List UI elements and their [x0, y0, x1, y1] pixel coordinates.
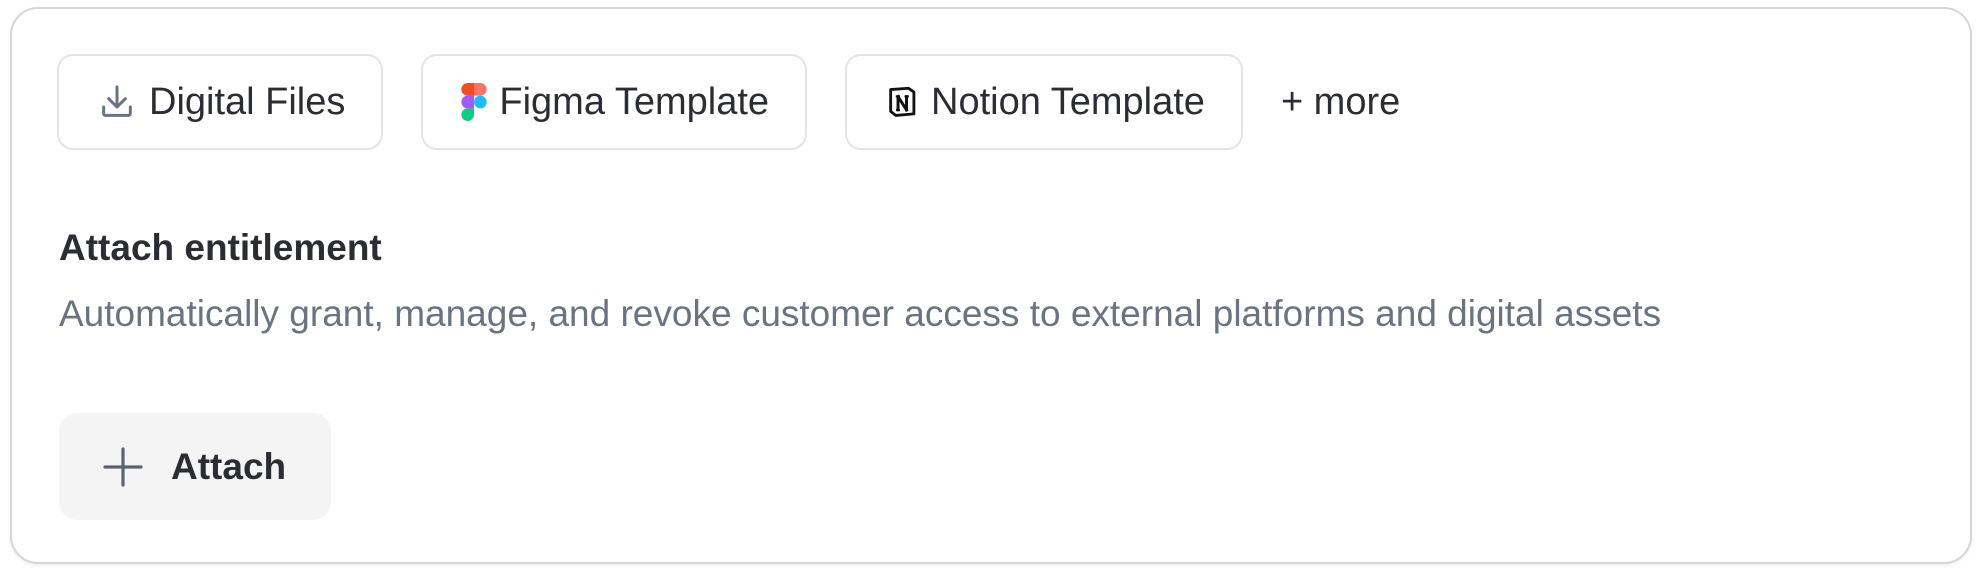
- attach-button-label: Attach: [171, 445, 287, 487]
- chip-digital-files[interactable]: Digital Files: [57, 54, 384, 150]
- chip-label: Notion Template: [931, 80, 1205, 123]
- figma-logo-icon: [461, 83, 488, 121]
- plus-icon: [99, 443, 147, 491]
- entitlement-card: Digital Files Figma Template Notion Temp…: [10, 7, 1972, 564]
- chip-figma-template[interactable]: Figma Template: [421, 54, 808, 150]
- chip-notion-template[interactable]: Notion Template: [845, 54, 1243, 150]
- download-icon: [97, 82, 137, 122]
- integration-chip-row: Digital Files Figma Template Notion Temp…: [57, 54, 1404, 150]
- chip-label: Digital Files: [149, 80, 346, 123]
- more-integrations-link[interactable]: + more: [1277, 81, 1404, 124]
- notion-logo-icon: [885, 85, 919, 119]
- section-title: Attach entitlement: [59, 227, 382, 268]
- section-description: Automatically grant, manage, and revoke …: [59, 293, 1662, 334]
- attach-button[interactable]: Attach: [59, 413, 331, 520]
- chip-label: Figma Template: [499, 80, 770, 123]
